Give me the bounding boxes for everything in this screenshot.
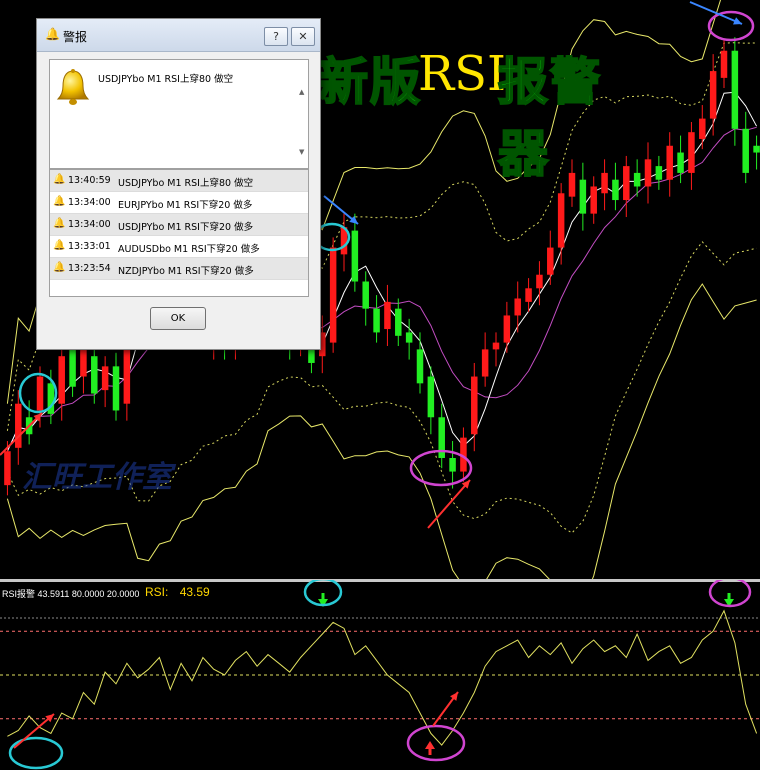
- candle: [471, 376, 478, 435]
- dialog-titlebar[interactable]: 🔔 警报 ? ✕: [37, 19, 320, 52]
- alert-history-list[interactable]: 🔔 13:40:59 USDJPYbo M1 RSI上穿80 做空 🔔 13:3…: [49, 169, 309, 297]
- alert-message: USDJPYbo M1 RSI下穿20 做多: [118, 222, 254, 233]
- candle: [373, 308, 380, 333]
- candle: [557, 193, 565, 248]
- candle: [112, 366, 120, 411]
- candle: [666, 145, 673, 180]
- current-alert-message: USDJPYbo M1 RSI上穿80 做空: [98, 74, 234, 85]
- candle: [514, 298, 521, 316]
- mt4-chart-window: 新版 RSI 报警器 汇旺工作室 RSI报警 43.5911 80.0000 2…: [0, 0, 760, 770]
- candle: [742, 128, 749, 173]
- candle: [36, 376, 44, 411]
- candle: [449, 458, 456, 472]
- candle: [384, 301, 391, 330]
- alert-dialog[interactable]: 🔔 警报 ? ✕ USDJPYbo M1 RSI上穿80 做空 ▲ ▼ 🔔 13…: [36, 18, 321, 350]
- rsi-indicator-panel[interactable]: [0, 580, 760, 770]
- candle: [590, 186, 597, 214]
- title-banner-text-1: 新版: [317, 52, 422, 112]
- candle: [4, 451, 11, 486]
- scroll-up-icon[interactable]: ▲: [299, 88, 304, 96]
- alert-message: EURJPYbo M1 RSI下穿20 做多: [118, 200, 253, 211]
- candle: [395, 308, 402, 336]
- candle: [351, 230, 359, 282]
- close-button[interactable]: ✕: [291, 27, 315, 46]
- candle: [688, 132, 695, 173]
- list-item[interactable]: 🔔 13:23:54 NZDJPYbo M1 RSI下穿20 做多: [50, 258, 308, 280]
- candle: [427, 376, 435, 418]
- buy-signal-arrow: [427, 479, 471, 529]
- rsi-readout-value: 43.59: [179, 585, 210, 599]
- list-item[interactable]: 🔔 13:40:59 USDJPYbo M1 RSI上穿80 做空: [50, 170, 308, 192]
- sell-signal-marker: [707, 10, 755, 42]
- candle: [753, 145, 760, 153]
- candle: [525, 288, 532, 302]
- bell-icon: 🔔: [53, 196, 66, 207]
- candle: [655, 166, 663, 180]
- candle: [536, 274, 543, 289]
- scroll-down-icon[interactable]: ▼: [299, 148, 304, 156]
- bell-icon: 🔔: [53, 174, 66, 185]
- alert-message: NZDJPYbo M1 RSI下穿20 做多: [118, 266, 254, 277]
- candle: [123, 349, 131, 404]
- candle: [699, 118, 706, 139]
- candle: [405, 332, 413, 343]
- candle: [677, 152, 684, 173]
- bell-icon-large: [56, 69, 90, 105]
- alert-message-box: USDJPYbo M1 RSI上穿80 做空 ▲ ▼: [49, 59, 309, 169]
- alert-time: 13:34:00: [68, 197, 111, 208]
- alert-message: AUDUSDbo M1 RSI下穿20 做多: [118, 244, 260, 255]
- candle: [416, 349, 424, 384]
- buy-signal-marker: [406, 724, 466, 762]
- bell-icon: 🔔: [53, 240, 66, 251]
- candle: [720, 50, 728, 78]
- bell-icon: 🔔: [45, 27, 60, 41]
- list-item[interactable]: 🔔 13:34:00 EURJPYbo M1 RSI下穿20 做多: [50, 192, 308, 214]
- alert-time: 13:34:00: [68, 219, 111, 230]
- candle: [547, 247, 554, 275]
- candle: [709, 71, 717, 119]
- alert-time: 13:23:54: [68, 263, 111, 274]
- rsi-readout: RSI: 43.59: [145, 585, 218, 599]
- rsi-readout-label: RSI:: [145, 585, 169, 599]
- buy-arrow-icon-head: [425, 741, 435, 749]
- message-scrollbar[interactable]: ▲ ▼: [298, 60, 308, 168]
- candle: [69, 349, 76, 387]
- candle: [329, 247, 337, 343]
- candle: [731, 50, 739, 129]
- help-button[interactable]: ?: [264, 27, 288, 46]
- alert-time: 13:33:01: [68, 241, 111, 252]
- candle: [91, 356, 98, 394]
- buy-arrow-icon: [425, 741, 435, 755]
- buy-signal-marker: [8, 736, 64, 770]
- candle: [101, 366, 109, 391]
- alert-message: USDJPYbo M1 RSI上穿80 做空: [118, 178, 254, 189]
- title-banner-text-2: 报警器: [497, 52, 602, 184]
- title-banner: 新版 RSI 报警器: [317, 42, 648, 184]
- watermark: 汇旺工作室: [22, 460, 172, 495]
- candle: [503, 315, 511, 343]
- alert-time: 13:40:59: [68, 175, 111, 186]
- list-item[interactable]: 🔔 13:34:00 USDJPYbo M1 RSI下穿20 做多: [50, 214, 308, 236]
- bell-icon: 🔔: [53, 262, 66, 273]
- candle: [58, 356, 65, 404]
- candle: [492, 342, 500, 350]
- candle: [481, 349, 489, 377]
- candle: [15, 403, 22, 448]
- title-banner-rsi: RSI: [418, 46, 506, 102]
- list-item[interactable]: 🔔 13:33:01 AUDUSDbo M1 RSI下穿20 做多: [50, 236, 308, 258]
- candle: [362, 281, 369, 309]
- bell-icon: 🔔: [53, 218, 66, 229]
- ok-button[interactable]: OK: [150, 307, 206, 330]
- rsi-indicator-header: RSI报警 43.5911 80.0000 20.0000: [2, 589, 140, 599]
- dialog-title: 警报: [63, 30, 88, 44]
